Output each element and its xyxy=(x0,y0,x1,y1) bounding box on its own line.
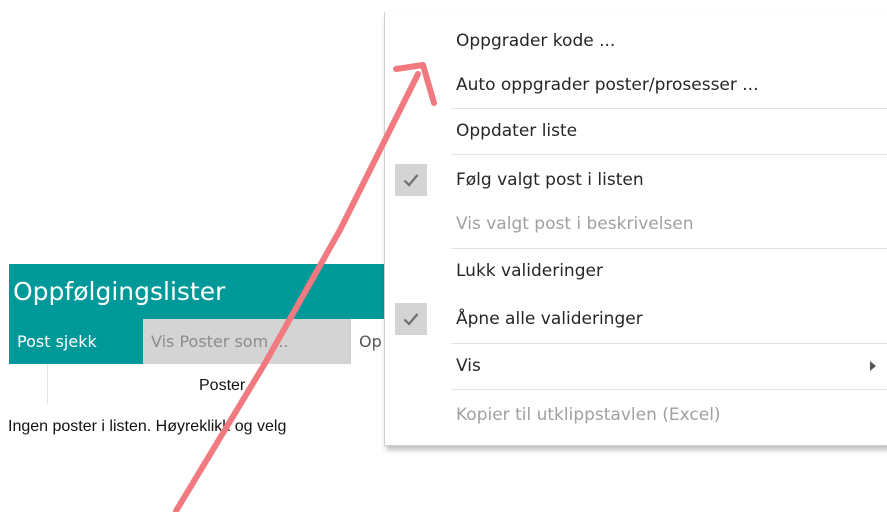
menu-item-folg-valgt-post[interactable]: Følg valgt post i listen xyxy=(385,158,887,202)
tab-post-sjekk[interactable]: Post sjekk xyxy=(9,319,143,364)
menu-item-label: Følg valgt post i listen xyxy=(456,170,644,190)
menu-item-auto-oppgrader[interactable]: Auto oppgrader poster/prosesser ... xyxy=(385,63,887,107)
chevron-right-icon xyxy=(870,361,876,371)
menu-separator xyxy=(451,389,887,390)
menu-item-label: Vis xyxy=(456,356,481,376)
menu-item-lukk-valideringer[interactable]: Lukk valideringer xyxy=(385,249,887,293)
menu-item-vis[interactable]: Vis xyxy=(385,344,887,388)
menu-item-apne-alle-valideringer[interactable]: Åpne alle valideringer xyxy=(385,297,887,341)
menu-item-label: Auto oppgrader poster/prosesser ... xyxy=(456,75,759,95)
check-icon xyxy=(395,164,427,196)
column-header-poster[interactable]: Poster xyxy=(199,364,245,404)
panel-title: Oppfølgingslister xyxy=(9,264,409,319)
tab-bar: Post sjekk Vis Poster som ... Op xyxy=(9,319,409,364)
menu-item-oppdater-liste[interactable]: Oppdater liste xyxy=(385,109,887,153)
menu-item-label: Lukk valideringer xyxy=(456,261,603,281)
menu-item-label: Kopier til utklippstavlen (Excel) xyxy=(456,405,721,425)
column-divider xyxy=(47,364,48,404)
menu-item-label: Oppdater liste xyxy=(456,121,578,141)
check-icon xyxy=(395,303,427,335)
menu-item-oppgrader-kode[interactable]: Oppgrader kode ... xyxy=(385,19,887,63)
context-menu: Oppgrader kode ... Auto oppgrader poster… xyxy=(384,12,887,446)
records-list: Poster xyxy=(9,364,409,404)
menu-item-label: Oppgrader kode ... xyxy=(456,31,616,51)
menu-item-vis-valgt-post: Vis valgt post i beskrivelsen xyxy=(385,202,887,246)
empty-list-message: Ingen poster i listen. Høyreklikk og vel… xyxy=(8,418,287,435)
menu-item-label: Vis valgt post i beskrivelsen xyxy=(456,214,694,234)
menu-item-kopier-til-utklippstavlen: Kopier til utklippstavlen (Excel) xyxy=(385,393,887,437)
tab-vis-poster-som[interactable]: Vis Poster som ... xyxy=(143,319,350,364)
screenshot: Oppfølgingslister Post sjekk Vis Poster … xyxy=(0,0,887,512)
menu-separator xyxy=(451,154,887,155)
menu-item-label: Åpne alle valideringer xyxy=(456,309,643,329)
